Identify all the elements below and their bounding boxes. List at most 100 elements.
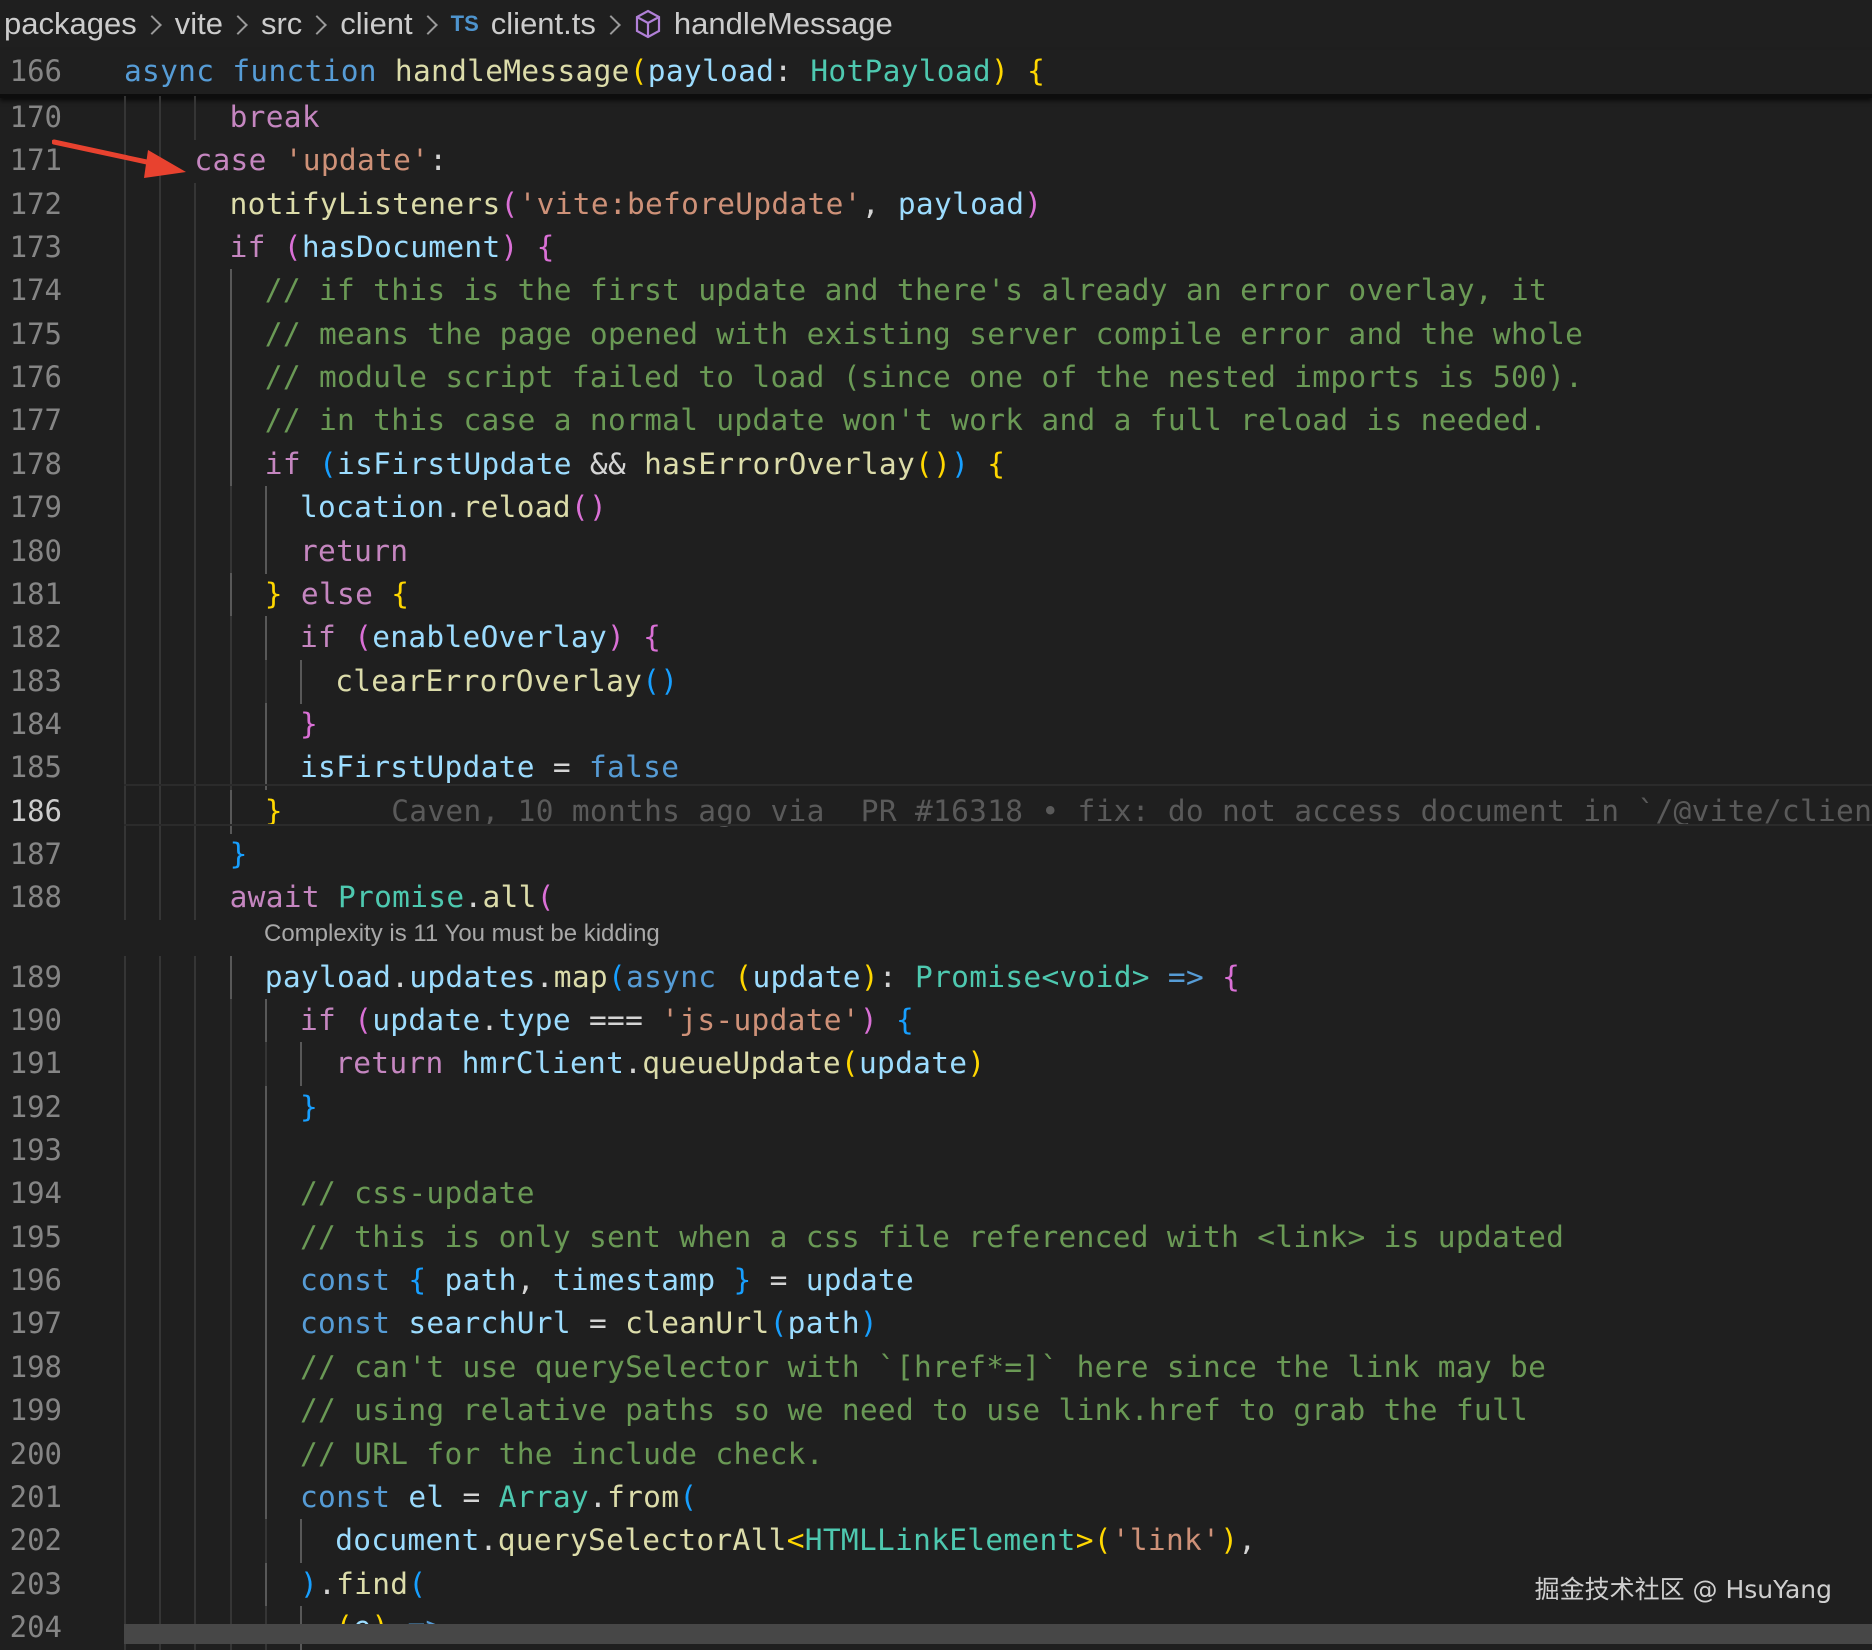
indent-guide (229, 616, 232, 661)
breadcrumb-src[interactable]: src (261, 6, 302, 42)
code-line[interactable]: 200 // URL for the include check. (0, 1432, 1872, 1477)
line-number: 203 (9, 1566, 62, 1601)
line-number: 201 (9, 1479, 62, 1514)
breadcrumb-symbol[interactable]: handleMessage (674, 6, 893, 42)
code-token: => (1167, 959, 1205, 994)
code-line[interactable]: 170 break (0, 96, 1872, 140)
code-token: update (805, 1263, 915, 1298)
code-token: const (300, 1479, 391, 1514)
breadcrumb-file[interactable]: client.ts (491, 6, 596, 42)
indent-guide (229, 702, 232, 747)
code-token: . (589, 1479, 608, 1514)
code-line[interactable]: 202 document.querySelectorAll<HTMLLinkEle… (0, 1519, 1872, 1564)
code-line[interactable]: 198 // can't use querySelector with `[hre… (0, 1345, 1872, 1390)
code-line[interactable]: 184} (0, 702, 1872, 747)
code-token: return (300, 533, 409, 568)
indent-guide (124, 572, 126, 617)
chevron-right-icon (601, 15, 621, 35)
code-line[interactable]: 181} else { (0, 572, 1872, 617)
code-token: { (987, 446, 1006, 481)
code-line[interactable]: 194 // css-update (0, 1172, 1872, 1217)
indent-guide (194, 832, 197, 877)
indent-guide (229, 659, 232, 704)
code-token: all (482, 880, 537, 915)
code-token: payload (264, 959, 392, 994)
code-token: ( (679, 1479, 698, 1514)
code-line[interactable]: 187} (0, 832, 1872, 877)
code-line[interactable]: 199 // using relative paths so we need to… (0, 1389, 1872, 1434)
line-number: 187 (9, 836, 62, 871)
code-line[interactable]: 171 case 'update': (0, 139, 1872, 184)
breadcrumb-client[interactable]: client (340, 6, 412, 42)
line-number: 185 (9, 750, 62, 785)
codelens-complexity[interactable]: Complexity is 11 You must be kidding (264, 918, 660, 950)
code-line[interactable]: 179 location.reload() (0, 486, 1872, 531)
code-line[interactable]: 193 (0, 1129, 1872, 1174)
code-token: else (300, 576, 374, 611)
line-number: 190 (9, 1003, 62, 1037)
line-number: 176 (9, 360, 62, 395)
code-comment: // URL for the include check. (300, 1436, 824, 1471)
code-line[interactable]: 188 await Promise.all( (0, 876, 1872, 921)
code-token: } (264, 576, 283, 611)
line-number: 192 (9, 1089, 62, 1124)
breadcrumb-packages[interactable]: packages (4, 6, 137, 42)
code-token: ( (734, 959, 753, 994)
code-token: find (336, 1566, 409, 1601)
code-line[interactable]: 192} (0, 1085, 1872, 1130)
breadcrumb-vite[interactable]: vite (175, 6, 223, 42)
sticky-scroll-line[interactable]: 166 async function handleMessage(payload… (0, 50, 1872, 98)
code-line[interactable]: 196 const { path, timestamp } = update (0, 1259, 1872, 1304)
indent-guide (194, 1302, 197, 1347)
indent-guide (229, 1562, 232, 1607)
code-token: async (626, 959, 717, 994)
code-token: Promise (915, 959, 1042, 994)
line-number: 188 (9, 880, 62, 915)
code-line[interactable]: 197 const searchUrl = cleanUrl(path) (0, 1302, 1872, 1347)
indent-guide (159, 529, 162, 574)
indent-guide (124, 832, 126, 877)
code-token: await (229, 880, 320, 915)
code-line[interactable]: 191 return hmrClient.queueUpdate(update) (0, 1042, 1872, 1087)
code-line[interactable]: 174 // if this is the first update and th… (0, 269, 1872, 314)
code-line[interactable]: 195 // this is only sent when a css file … (0, 1215, 1872, 1260)
indent-guide (229, 1259, 232, 1304)
indent-guide (264, 1345, 267, 1390)
code-line[interactable]: 173 if (hasDocument) { (0, 226, 1872, 271)
code-token: function (232, 54, 377, 88)
code-token: document (335, 1523, 480, 1558)
code-token: update (752, 959, 861, 994)
code-line[interactable]: 177 // in this case a normal update won't… (0, 399, 1872, 444)
code-line[interactable]: 183 clearErrorOverlay() (0, 659, 1872, 704)
chevron-right-icon (228, 15, 248, 35)
code-token: false (588, 750, 680, 785)
line-number: 170 (9, 100, 62, 134)
code-token: } (300, 1089, 319, 1124)
indent-guide (264, 1042, 267, 1087)
code-line[interactable]: 178 if (isFirstUpdate && hasErrorOverlay(… (0, 442, 1872, 487)
indent-guide (194, 182, 197, 227)
code-comment: // if this is the first update and there… (264, 273, 1548, 308)
code-line[interactable]: 182 if (enableOverlay) { (0, 616, 1872, 661)
code-line[interactable]: 180 return (0, 529, 1872, 574)
code-token: ( (607, 959, 627, 994)
code-token: 'link' (1111, 1523, 1221, 1558)
code-text: await Promise.all( (230, 876, 555, 919)
code-token: { (536, 230, 555, 265)
code-line[interactable]: 189 payload.updates.map(async (update): P… (0, 955, 1872, 1000)
line-number: 189 (9, 959, 62, 994)
horizontal-scrollbar[interactable] (124, 1624, 1872, 1644)
code-line[interactable]: 172 notifyListeners('vite:beforeUpdate', … (0, 182, 1872, 227)
code-line[interactable]: 175 // means the page opened with existin… (0, 312, 1872, 357)
code-line[interactable]: 190 if (update.type === 'js-update') { (0, 999, 1872, 1043)
code-token: path (787, 1306, 860, 1341)
code-line[interactable]: 201 const el = Array.from( (0, 1475, 1872, 1520)
code-line[interactable]: 176 // module script failed to load (sinc… (0, 356, 1872, 401)
